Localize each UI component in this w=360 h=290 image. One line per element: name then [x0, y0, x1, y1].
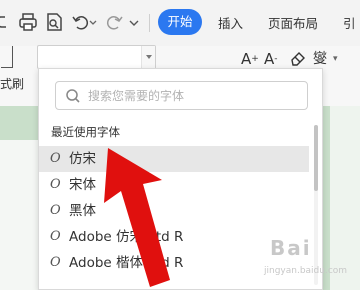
recent-fonts-heading: 最近使用字体 [51, 125, 120, 139]
grow-font-icon[interactable]: A+ [241, 48, 259, 70]
baidu-watermark: Bai jingyan.baidu.com [236, 234, 356, 286]
font-item-label: 黑体 [69, 203, 96, 219]
font-item-label: Adobe 仿宋 Std R [69, 229, 184, 245]
search-icon [65, 88, 81, 104]
quick-access-toolbar: 开始 插入 页面布局 引 [0, 0, 360, 46]
pinyin-guide-label: 燮 [313, 51, 327, 67]
chevron-down-icon[interactable] [141, 46, 155, 68]
font-item-label: 仿宋 [69, 151, 96, 167]
watermark-logo: Bai [270, 236, 312, 260]
toolbar-divider [149, 14, 150, 32]
more-dropdown-icon[interactable] [127, 11, 141, 33]
redo-icon[interactable] [103, 11, 125, 33]
font-type-icon: O [50, 255, 61, 270]
format-painter-icon[interactable] [1, 46, 13, 68]
font-item-label: Adobe 楷体 Std R [69, 255, 184, 271]
pinyin-dropdown-icon[interactable]: ▾ [333, 48, 338, 70]
tab-page-layout[interactable]: 页面布局 [268, 13, 318, 32]
font-name-combobox[interactable] [37, 45, 156, 69]
font-item-label: 宋体 [69, 177, 96, 193]
undo-dropdown-icon[interactable] [88, 11, 98, 33]
font-type-icon: O [50, 229, 61, 244]
scrollbar-thumb[interactable] [314, 125, 318, 191]
font-type-icon: O [50, 203, 61, 218]
format-painter-label[interactable]: 式刷 [0, 75, 24, 92]
font-search-input[interactable] [88, 86, 298, 106]
font-item-heiti[interactable]: O 黑体 [39, 198, 309, 224]
print-preview-icon[interactable] [43, 11, 65, 33]
link-icon[interactable] [0, 11, 16, 33]
tab-insert[interactable]: 插入 [218, 13, 243, 32]
document-page-left [0, 140, 38, 290]
font-item-songti[interactable]: O 宋体 [39, 172, 309, 198]
pinyin-guide-icon[interactable]: 燮 [313, 48, 327, 70]
font-type-icon: O [50, 151, 61, 166]
font-type-icon: O [50, 177, 61, 192]
tab-home[interactable]: 开始 [158, 9, 202, 35]
print-icon[interactable] [17, 11, 39, 33]
font-search-box[interactable] [55, 81, 308, 110]
shrink-font-icon[interactable]: A- [264, 48, 278, 70]
watermark-url: jingyan.baidu.com [264, 266, 348, 276]
font-item-fangsong[interactable]: O 仿宋 [39, 146, 309, 172]
shrink-font-label: A [264, 50, 275, 68]
tab-references[interactable]: 引 [343, 13, 356, 32]
grow-font-label: A [241, 50, 252, 68]
